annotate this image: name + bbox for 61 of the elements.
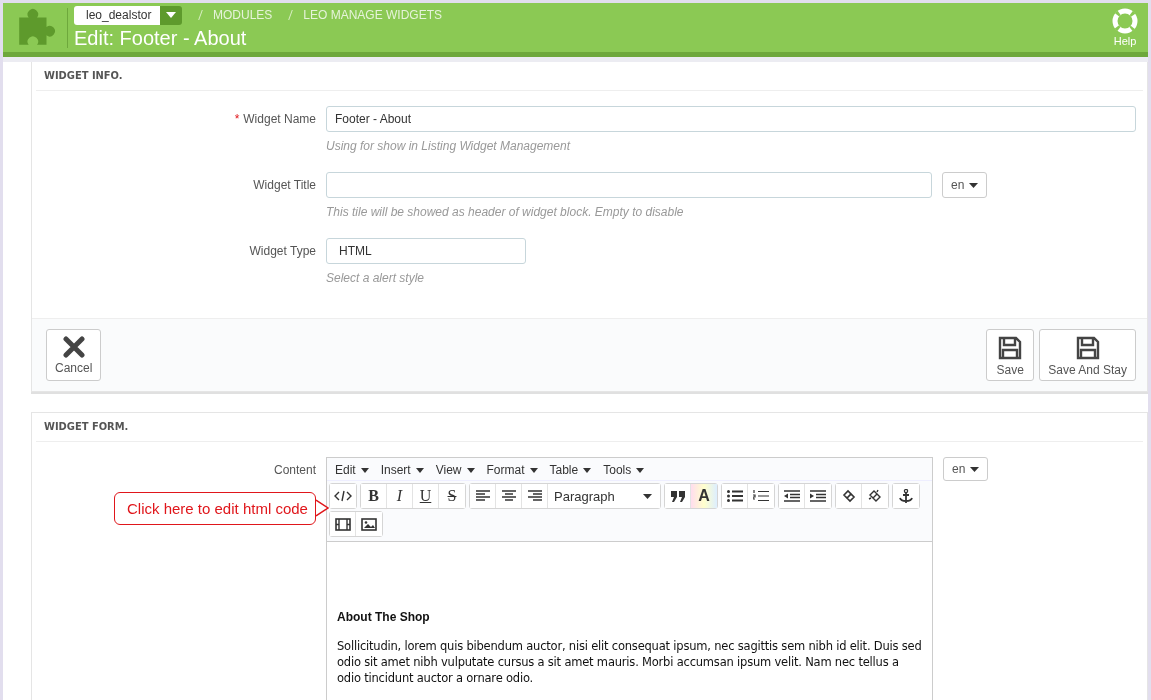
field-label: Content xyxy=(273,463,316,477)
caret-icon xyxy=(360,467,369,473)
image-icon xyxy=(361,517,377,531)
align-right-icon xyxy=(527,490,542,502)
caret-icon xyxy=(529,467,538,473)
quote-button[interactable] xyxy=(665,484,691,508)
menu-item[interactable]: View xyxy=(431,461,481,479)
anchor-icon xyxy=(899,488,913,504)
save-button[interactable]: Save xyxy=(986,329,1035,381)
required-mark: * xyxy=(234,112,240,126)
bold-button[interactable]: B xyxy=(361,484,387,508)
help-text: This tile will be showed as header of widget block. Empty to disable xyxy=(326,205,685,219)
language-dropdown[interactable]: en xyxy=(943,457,989,481)
input-field[interactable] xyxy=(326,172,932,198)
caret-icon xyxy=(969,182,979,188)
bullet-list-icon xyxy=(726,490,743,502)
caret-icon xyxy=(466,467,475,473)
caret-icon xyxy=(166,12,176,18)
menu-item[interactable]: Tools xyxy=(599,461,651,479)
input-field[interactable]: HTML xyxy=(326,238,526,264)
caret-icon xyxy=(636,467,645,473)
menu-item[interactable]: Insert xyxy=(376,461,430,479)
outdent-icon xyxy=(783,490,800,502)
film-icon xyxy=(334,517,351,531)
menu-item[interactable]: Table xyxy=(545,461,598,479)
input-field[interactable]: Footer - About xyxy=(326,106,1136,132)
page-title: Edit: Footer - About xyxy=(74,26,248,50)
field-label: Widget Title xyxy=(253,178,316,192)
code-button[interactable] xyxy=(330,484,356,508)
code-icon xyxy=(334,490,352,502)
lifebuoy-icon xyxy=(1112,8,1138,34)
caret-icon xyxy=(643,493,652,499)
numbered-list-icon xyxy=(753,490,769,502)
link-button[interactable] xyxy=(836,484,862,508)
outdent-button[interactable] xyxy=(779,484,805,508)
caret-icon xyxy=(970,466,980,472)
cancel-button[interactable]: Cancel xyxy=(46,329,102,381)
bullets-button[interactable] xyxy=(722,484,748,508)
help-text: Using for show in Listing Widget Management xyxy=(326,139,572,153)
content-heading: About The Shop xyxy=(337,610,431,624)
anchor-button[interactable] xyxy=(893,484,919,508)
save-and-stay-button[interactable]: Save And Stay xyxy=(1039,329,1136,381)
language-dropdown[interactable]: en xyxy=(942,172,988,198)
panel-heading: WIDGET FORM. xyxy=(36,413,1143,442)
quote-icon xyxy=(670,490,685,502)
align-left-button[interactable] xyxy=(470,484,496,508)
indent-icon xyxy=(810,490,826,502)
menu-item[interactable]: Format xyxy=(482,461,544,479)
media-button[interactable] xyxy=(330,512,356,536)
help-text: Select a alert style xyxy=(326,271,426,285)
align-center-icon xyxy=(501,490,516,502)
caret-icon xyxy=(415,467,424,473)
caret-icon xyxy=(583,467,592,473)
panel-heading: WIDGET INFO. xyxy=(36,62,1143,91)
field-label: Widget Name xyxy=(243,112,316,126)
align-left-icon xyxy=(475,490,490,502)
menu-item[interactable]: Edit xyxy=(331,461,375,479)
close-icon xyxy=(62,336,85,358)
field-label: Widget Type xyxy=(249,244,316,258)
text-color-button[interactable]: A xyxy=(691,484,717,508)
content-paragraph: Sollicitudin, lorem quis bibendum auctor, nisi elit consequat ipsum, nec sagittis sem nibh id elit. Duis sed odio sit amet nibh vulputate cursus a sit amet mauris. Morbi accumsan ipsum velit. Nam nec tellus a odio tincidunt auctor a ornare odio. xyxy=(337,638,922,686)
